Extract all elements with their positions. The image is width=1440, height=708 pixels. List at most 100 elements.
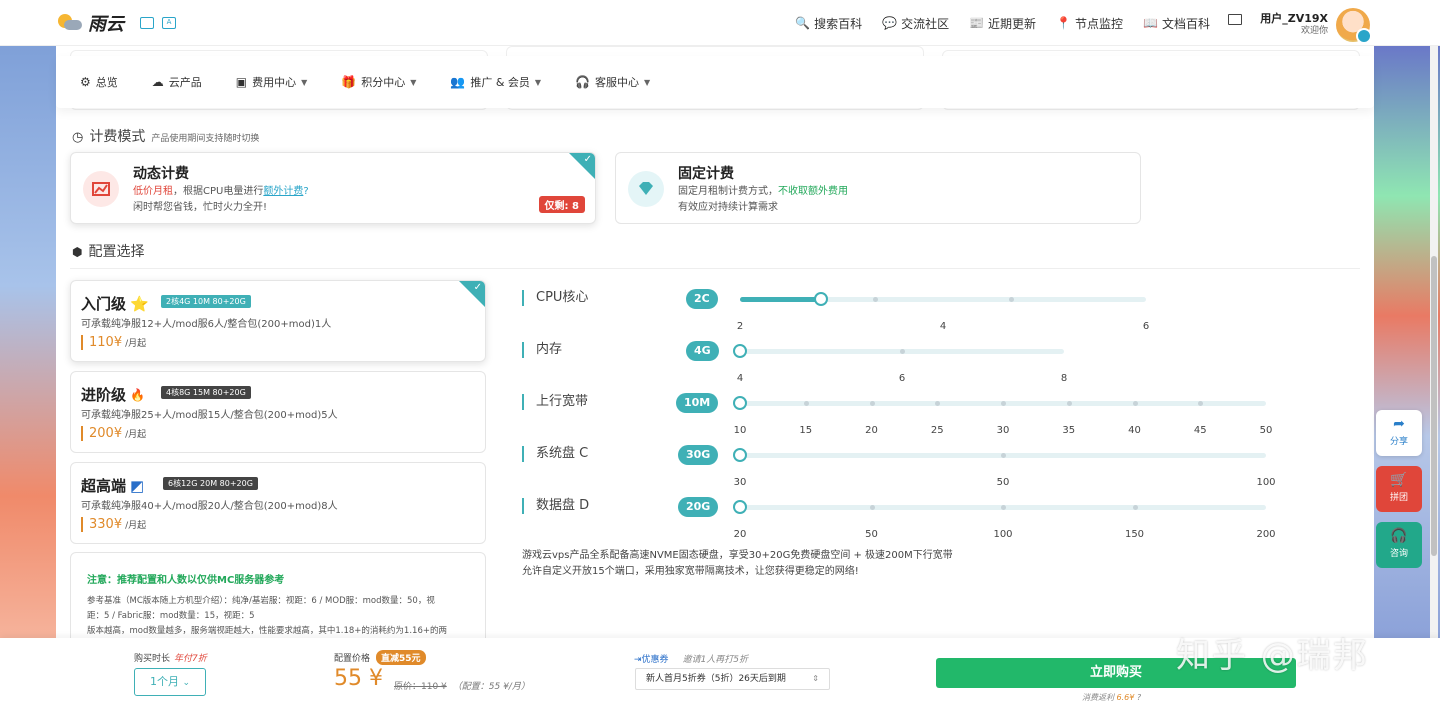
translate-icon[interactable]: A <box>162 17 176 29</box>
slider-bandwidth: 上行宽带 10M 10 15 20 25 30 35 40 45 50 <box>522 390 1282 436</box>
share-icon: ➦ <box>1393 416 1405 432</box>
duration-select[interactable]: 1个月 ⌄ <box>134 668 206 696</box>
recommendation-note: 注意：推荐配置和人数以仅供MC服务器参考 参考基准（MC版本随上方机型介绍）：纯… <box>70 552 486 646</box>
location-icon: 📍 <box>1056 16 1072 30</box>
clock-icon: ◷ <box>72 130 84 145</box>
share-button[interactable]: ➦ 分享 <box>1376 410 1422 456</box>
discount-badge: 直减55元 <box>376 650 426 665</box>
slider-track[interactable]: 4 6 8 <box>733 344 1067 384</box>
users-icon: 👥 <box>450 75 466 89</box>
slider-value-badge: 30G <box>678 445 719 465</box>
chat-icon: 💬 <box>882 16 898 30</box>
search-icon: 🔍 <box>795 16 811 30</box>
user-name: 用户_ZV19X <box>1260 12 1328 25</box>
help-icon[interactable]: ? <box>303 186 308 197</box>
tier-card-entry[interactable]: ✓ 入门级 ⭐ 2核4G 10M 80+20G 可承载纯净服12+人/mod服6人… <box>70 280 486 362</box>
slider-system-disk: 系统盘 C 30G 30 50 100 <box>522 442 1282 488</box>
slider-track[interactable]: 10 15 20 25 30 35 40 45 50 <box>733 396 1272 436</box>
gift-icon: 🎁 <box>341 75 357 89</box>
slider-track[interactable]: 20 50 100 150 200 <box>733 500 1276 540</box>
mail-icon[interactable] <box>1228 14 1242 25</box>
config-price: 55 ¥ <box>334 666 383 691</box>
tier-spec-tag: 4核8G 15M 80+20G <box>161 386 251 399</box>
slider-track[interactable]: 2 4 6 <box>737 292 1149 332</box>
nav-search-wiki[interactable]: 🔍 搜索百科 <box>795 15 862 32</box>
extra-billing-link[interactable]: 额外计费 <box>263 186 303 197</box>
avatar[interactable] <box>1336 8 1372 44</box>
tier-card-advanced[interactable]: 进阶级 🔥 4核8G 15M 80+20G 可承载纯净服25+人/mod服15人/… <box>70 371 486 453</box>
nav-updates[interactable]: 📰 近期更新 <box>969 15 1036 32</box>
tier-card-premium[interactable]: 超高端 ◩ 6核12G 20M 80+20G 可承载纯净服40+人/mod服20人… <box>70 462 486 544</box>
config-section-title: ⬢ 配置选择 <box>72 244 145 260</box>
star-icon: ⭐ <box>130 294 149 313</box>
cubes-icon: ⬢ <box>72 245 83 259</box>
background-art-left <box>0 46 60 646</box>
slider-value-badge: 4G <box>686 341 719 361</box>
sub-menu: ⚙ 总览 ☁ 云产品 ▣ 费用中心 ▼ 🎁 积分中心 ▼ 👥 推广 & 会员 ▼ 🎧 客服中心 ▼ <box>56 56 1374 108</box>
submenu-points[interactable]: 🎁 积分中心 ▼ <box>341 74 416 90</box>
group-buy-button[interactable]: 🛒 拼团 <box>1376 466 1422 512</box>
headset-icon: 🎧 <box>1390 528 1408 544</box>
chevron-down-icon: ▼ <box>301 77 308 87</box>
slider-handle[interactable] <box>733 448 747 462</box>
slider-cpu: CPU核心 2C 2 4 6 <box>522 286 1282 332</box>
check-icon: ✓ <box>583 154 592 165</box>
check-icon: ✓ <box>473 282 482 293</box>
submenu-billing[interactable]: ▣ 费用中心 ▼ <box>236 74 308 90</box>
diamond-icon <box>628 171 664 207</box>
billing-option-dynamic[interactable]: ✓ 动态计费 低价月租，根据CPU电量进行额外计费? 闲时帮您省钱，忙时火力全开… <box>70 152 596 224</box>
sun-cloud-icon <box>56 12 82 34</box>
cpu-icon: ◩ <box>130 476 145 495</box>
top-bar: 雨云 A 🔍 搜索百科 💬 交流社区 📰 近期更新 📍 节点监控 📖 文档百科 用户_ZV… <box>0 0 1440 46</box>
login-icon: ⇥ <box>634 655 642 665</box>
tier-price: 330¥ <box>89 517 123 532</box>
slider-handle[interactable] <box>733 396 747 410</box>
billing-icon: ▣ <box>235 75 248 89</box>
slider-value-badge: 10M <box>676 393 719 413</box>
nav-docs[interactable]: 📖 文档百科 <box>1143 15 1210 32</box>
slider-memory: 内存 4G 4 6 8 <box>522 338 1282 384</box>
tier-price: 110¥ <box>89 335 123 350</box>
billing-section-title: ◷ 计费模式 产品使用期间支持随时切换 <box>72 129 260 145</box>
brand-name: 雨云 <box>88 14 124 35</box>
cloud-icon: ☁ <box>151 75 164 89</box>
user-welcome: 欢迎你 <box>1300 26 1328 36</box>
billing-dynamic-title: 动态计费 <box>133 166 189 182</box>
slider-value-badge: 2C <box>686 289 718 309</box>
user-menu[interactable]: 用户_ZV19X 欢迎你 <box>1260 8 1372 44</box>
chevron-down-icon: ⌄ <box>182 678 191 688</box>
slider-track[interactable]: 30 50 100 <box>733 448 1276 488</box>
tier-price: 200¥ <box>89 426 123 441</box>
consult-button[interactable]: 🎧 咨询 <box>1376 522 1422 568</box>
floating-actions: ➦ 分享 🛒 拼团 🎧 咨询 <box>1376 410 1422 578</box>
page-scrollbar[interactable] <box>1430 46 1438 646</box>
nav-community[interactable]: 💬 交流社区 <box>882 15 949 32</box>
slider-handle[interactable] <box>814 292 829 306</box>
watermark: 知乎 @瑞邦 <box>1176 636 1369 676</box>
headset-icon: 🎧 <box>575 75 591 89</box>
tier-spec-tag: 6核12G 20M 80+20G <box>163 477 258 490</box>
submenu-overview[interactable]: ⚙ 总览 <box>80 74 118 90</box>
book-icon: 📖 <box>1143 16 1158 30</box>
logo[interactable]: 雨云 A <box>56 10 176 36</box>
top-nav: 🔍 搜索百科 💬 交流社区 📰 近期更新 📍 节点监控 📖 文档百科 <box>795 0 1210 46</box>
tier-spec-tag: 2核4G 10M 80+20G <box>161 295 251 308</box>
scrollbar-thumb[interactable] <box>1431 256 1437 556</box>
product-description: 游戏云vps产品全系配备高速NVME固态硬盘，享受30+20G免费硬盘空间 + … <box>522 550 953 577</box>
slider-value-badge: 20G <box>678 497 719 517</box>
cart-icon: 🛒 <box>1390 472 1408 488</box>
chevron-down-icon: ▼ <box>534 77 542 87</box>
submenu-promotion[interactable]: 👥 推广 & 会员 ▼ <box>450 74 541 90</box>
help-icon[interactable]: ? <box>1137 693 1141 702</box>
news-icon: 📰 <box>969 16 985 30</box>
coupon-select[interactable]: 新人首月5折券（5折）26天后到期 ⇕ <box>635 668 830 690</box>
billing-option-fixed[interactable]: 固定计费 固定月租制计费方式，不收取额外费用 有效应对持续计算需求 <box>615 152 1141 224</box>
slider-handle[interactable] <box>733 344 747 358</box>
submenu-support[interactable]: 🎧 客服中心 ▼ <box>575 74 650 90</box>
sort-icon: ⇕ <box>812 674 819 683</box>
nav-node-monitor[interactable]: 📍 节点监控 <box>1056 15 1123 32</box>
picture-icon[interactable] <box>140 17 154 29</box>
flame-icon: 🔥 <box>130 387 145 402</box>
slider-handle[interactable] <box>733 500 747 514</box>
submenu-cloud-products[interactable]: ☁ 云产品 <box>152 74 202 90</box>
